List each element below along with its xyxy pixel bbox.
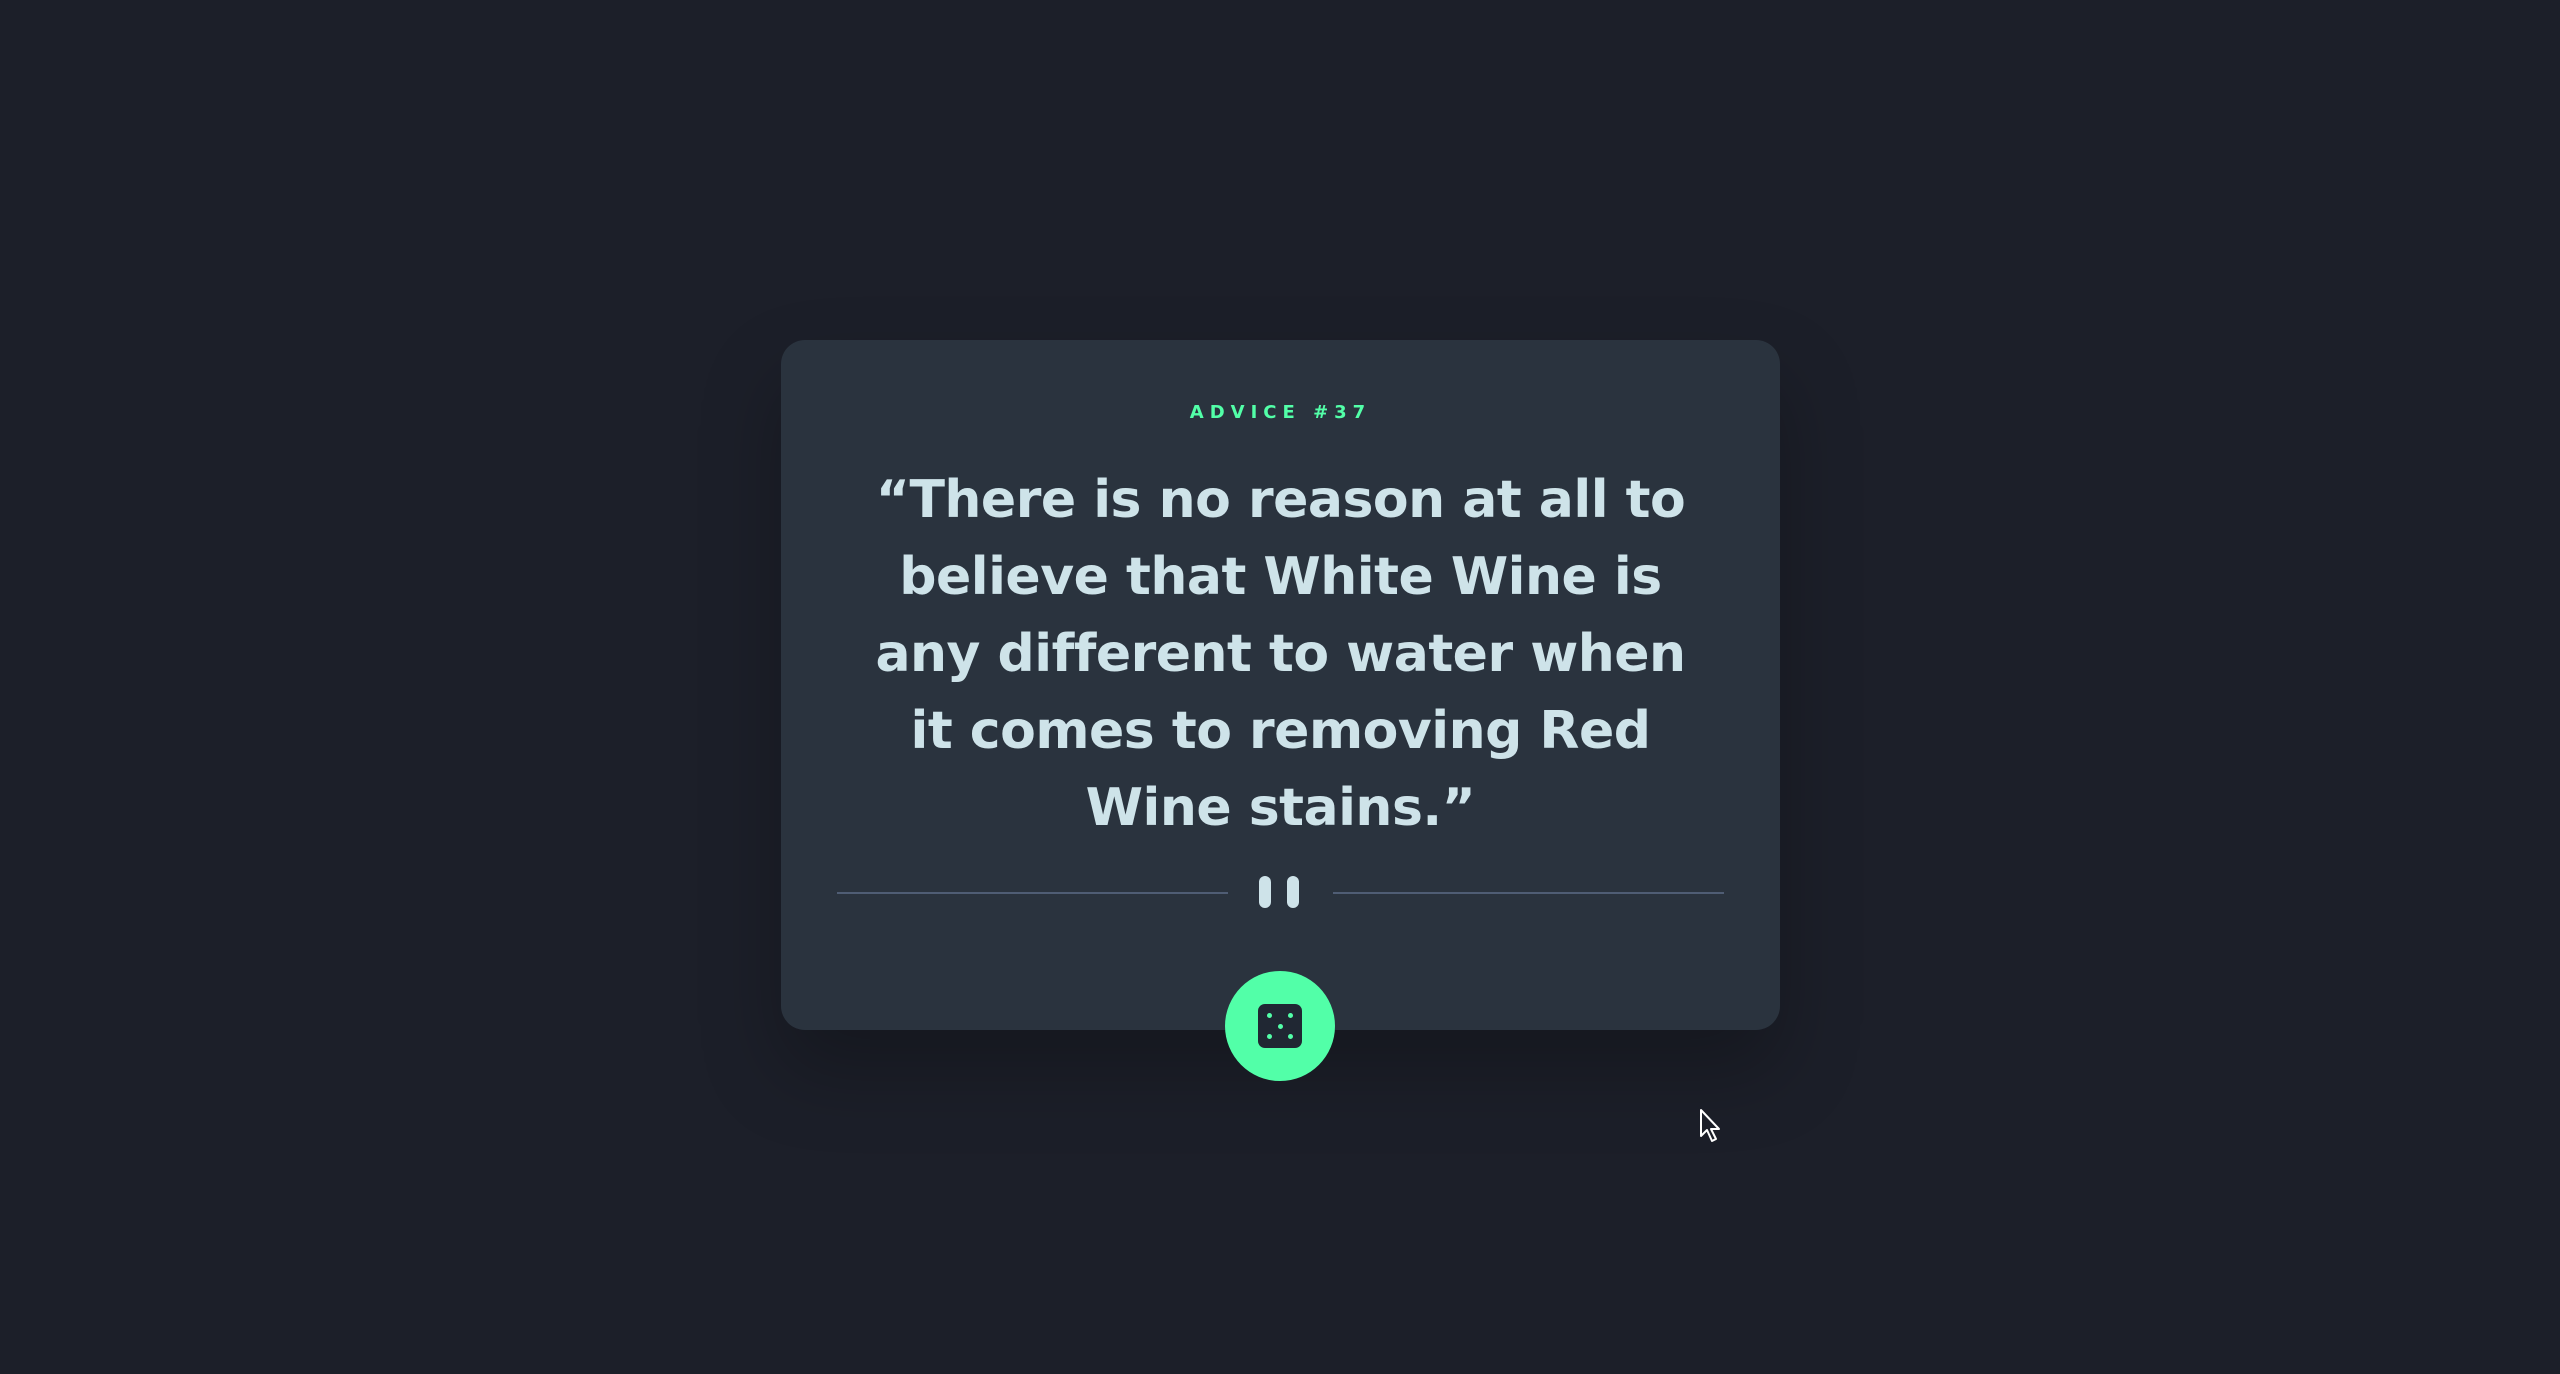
advice-number-label: ADVICE #37 [1189, 402, 1372, 423]
dice-icon [1258, 1004, 1302, 1048]
page-stage: ADVICE #37 “There is no reason at all to… [0, 0, 2560, 1374]
pause-icon [1257, 876, 1301, 908]
divider-line-left [837, 892, 1228, 894]
advice-quote: “There is no reason at all to believe th… [875, 470, 1686, 838]
divider-line-right [1333, 892, 1724, 894]
mouse-cursor-icon [1700, 1109, 1720, 1142]
advice-card: ADVICE #37 “There is no reason at all to… [781, 340, 1780, 1030]
new-advice-button[interactable] [1225, 971, 1335, 1081]
divider [837, 876, 1724, 908]
